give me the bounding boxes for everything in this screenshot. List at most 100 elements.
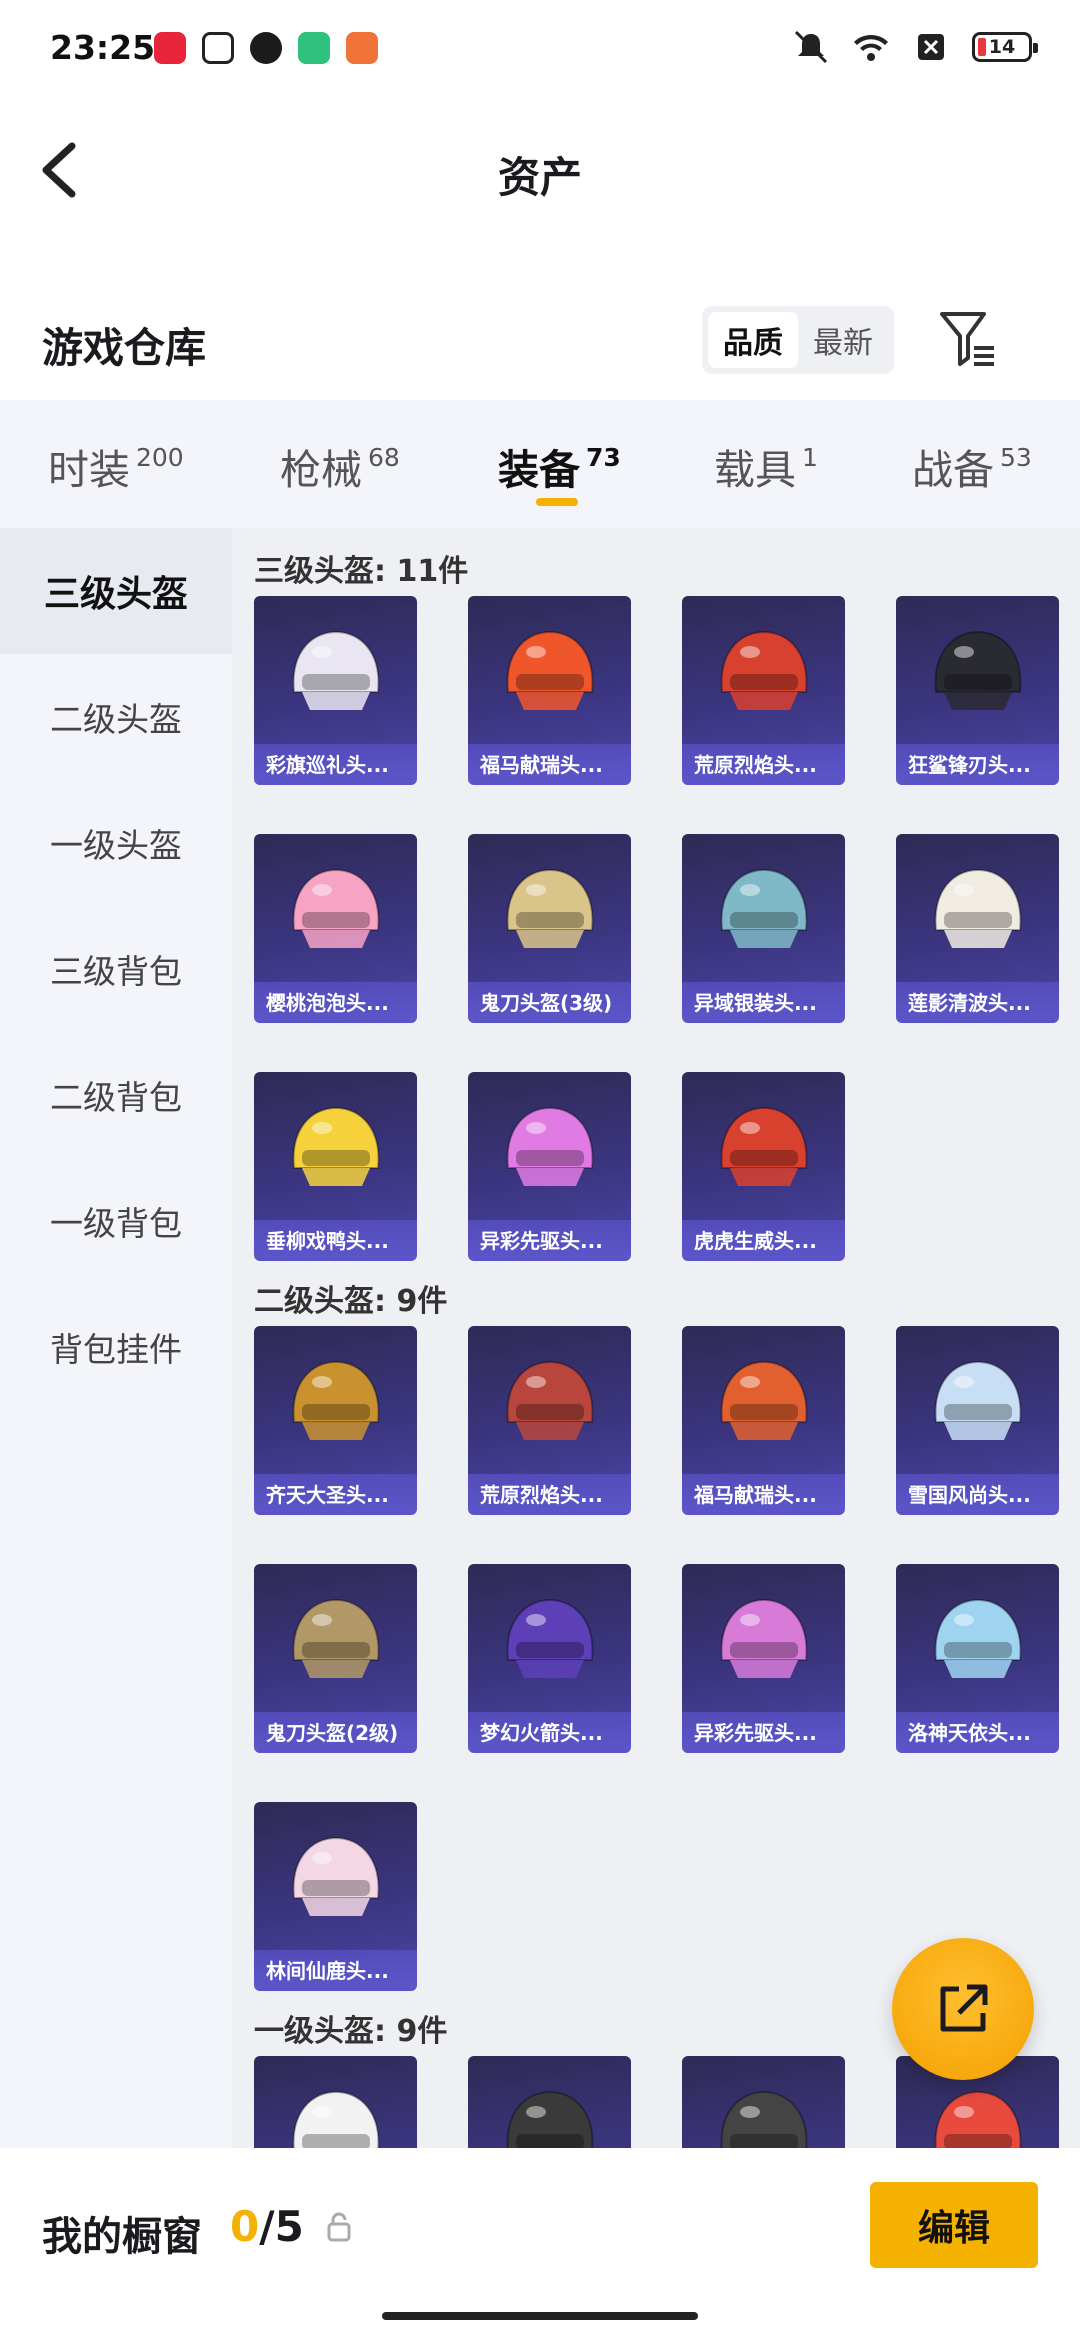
tab-count: 53: [1000, 443, 1032, 472]
helmet-icon: [292, 1598, 380, 1678]
sidebar-item-level1-backpack[interactable]: 一级背包: [0, 1158, 232, 1284]
tab-fashion[interactable]: 时装 200: [48, 436, 184, 496]
item-label: 垂柳戏鸭头...: [254, 1220, 417, 1258]
tab-count: 200: [136, 443, 184, 472]
helmet-icon: [292, 1106, 380, 1186]
sim-off-icon: [918, 34, 944, 60]
sidebar-item-level1-helmet[interactable]: 一级头盔: [0, 780, 232, 906]
helmet-icon: [506, 1598, 594, 1678]
header: 资产: [0, 96, 1080, 246]
tab-label: 装备: [498, 446, 580, 494]
sidebar-item-backpack-charm[interactable]: 背包挂件: [0, 1284, 232, 1410]
item-card[interactable]: 樱桃泡泡头...: [254, 834, 417, 1020]
item-card[interactable]: 雪国风尚头...: [896, 1326, 1059, 1512]
tab-vehicles[interactable]: 载具 1: [714, 436, 818, 496]
home-indicator: [382, 2312, 698, 2320]
sidebar-item-level3-backpack[interactable]: 三级背包: [0, 906, 232, 1032]
alipay-icon: [202, 32, 234, 64]
sort-newest-button[interactable]: 最新: [798, 312, 888, 368]
item-card[interactable]: 福马献瑞头...: [468, 596, 631, 782]
item-card[interactable]: 异彩先驱头...: [682, 1564, 845, 1750]
filter-icon[interactable]: [938, 308, 998, 370]
item-card[interactable]: 洛神天依头...: [896, 1564, 1059, 1750]
item-card[interactable]: 荒原烈焰头...: [682, 596, 845, 782]
item-card[interactable]: 荒原烈焰头...: [468, 1326, 631, 1512]
item-card[interactable]: 齐天大圣头...: [254, 1326, 417, 1512]
section-title: 二级头盔: 9件: [254, 1284, 448, 1319]
edit-button[interactable]: 编辑: [870, 2182, 1038, 2268]
showcase-count: 0/5: [230, 2202, 304, 2251]
helmet-icon: [720, 1598, 808, 1678]
helmet-icon: [506, 868, 594, 948]
item-label: 虎虎生威头...: [682, 1220, 845, 1258]
helmet-icon: [934, 630, 1022, 710]
tab-gear[interactable]: 战备 53: [912, 436, 1032, 496]
helmet-icon: [292, 630, 380, 710]
orange-app-icon: [346, 32, 378, 64]
share-fab[interactable]: [892, 1938, 1034, 2080]
item-card[interactable]: 莲影清波头...: [896, 834, 1059, 1020]
item-card[interactable]: 林间仙鹿头...: [254, 1802, 417, 1988]
music-app-icon: [154, 32, 186, 64]
item-card[interactable]: 垂柳戏鸭头...: [254, 1072, 417, 1258]
mute-icon: [794, 30, 828, 64]
section-title: 一级头盔: 9件: [254, 2014, 448, 2049]
helmet-icon: [720, 1360, 808, 1440]
helmet-icon: [720, 1106, 808, 1186]
sort-toggle: 品质 最新: [702, 306, 894, 374]
item-card[interactable]: 虎虎生威头...: [682, 1072, 845, 1258]
item-card[interactable]: 狂鲨锋刃头...: [896, 596, 1059, 782]
item-label: 鬼刀头盔(2级): [254, 1712, 417, 1750]
helmet-icon: [934, 868, 1022, 948]
item-label: 福马献瑞头...: [682, 1474, 845, 1512]
helmet-icon: [292, 1836, 380, 1916]
item-label: 洛神天依头...: [896, 1712, 1059, 1750]
lock-icon: [327, 2212, 351, 2242]
sidebar-item-level3-helmet[interactable]: 三级头盔: [0, 528, 232, 654]
item-grid: 三级头盔: 11件 彩旗巡礼头... 福马献瑞头... 荒原烈焰头... 狂鲨锋刃头..…: [232, 528, 1080, 2148]
showcase-current: 0: [230, 2202, 260, 2251]
helmet-icon: [506, 1106, 594, 1186]
category-tabs: 时装 200 枪械 68 装备 73 载具 1 战备 53: [0, 400, 1080, 528]
tab-equipment[interactable]: 装备 73: [498, 436, 621, 496]
item-card[interactable]: [468, 2056, 631, 2148]
item-card[interactable]: 鬼刀头盔(3级): [468, 834, 631, 1020]
showcase-max: /5: [259, 2202, 304, 2251]
tab-firearms[interactable]: 枪械 68: [280, 436, 400, 496]
warehouse-title: 游戏仓库: [42, 324, 206, 372]
helmet-icon: [934, 1360, 1022, 1440]
helmet-icon: [292, 1360, 380, 1440]
sort-quality-button[interactable]: 品质: [708, 312, 798, 368]
sidebar-item-level2-helmet[interactable]: 二级头盔: [0, 654, 232, 780]
item-card[interactable]: 梦幻火箭头...: [468, 1564, 631, 1750]
item-card[interactable]: 彩旗巡礼头...: [254, 596, 417, 782]
item-label: 荒原烈焰头...: [468, 1474, 631, 1512]
battery-icon: 14: [972, 32, 1038, 62]
item-card[interactable]: 福马献瑞头...: [682, 1326, 845, 1512]
helmet-icon: [720, 868, 808, 948]
sidebar-nav: 三级头盔 二级头盔 一级头盔 三级背包 二级背包 一级背包 背包挂件: [0, 528, 232, 2148]
item-card[interactable]: 异域银装头...: [682, 834, 845, 1020]
item-label: 彩旗巡礼头...: [254, 744, 417, 782]
battery-level: 14: [988, 36, 1016, 58]
item-label: 狂鲨锋刃头...: [896, 744, 1059, 782]
tab-count: 1: [802, 443, 818, 472]
page-title: 资产: [497, 153, 582, 202]
item-label: 异彩先驱头...: [682, 1712, 845, 1750]
helmet-icon: [292, 868, 380, 948]
item-card[interactable]: [254, 2056, 417, 2148]
item-card[interactable]: 异彩先驱头...: [468, 1072, 631, 1258]
sidebar-item-level2-backpack[interactable]: 二级背包: [0, 1032, 232, 1158]
item-card[interactable]: 鬼刀头盔(2级): [254, 1564, 417, 1750]
tab-count: 68: [368, 443, 400, 472]
tab-label: 载具: [714, 446, 796, 494]
item-label: 荒原烈焰头...: [682, 744, 845, 782]
warehouse-header: 游戏仓库 品质 最新: [0, 280, 1080, 400]
showcase-label: 我的橱窗: [42, 2214, 202, 2260]
helmet-icon: [506, 2090, 594, 2148]
helmet-icon: [506, 1360, 594, 1440]
helmet-icon: [934, 1598, 1022, 1678]
item-card[interactable]: [682, 2056, 845, 2148]
green-app-icon: [298, 32, 330, 64]
tab-label: 战备: [912, 446, 994, 494]
